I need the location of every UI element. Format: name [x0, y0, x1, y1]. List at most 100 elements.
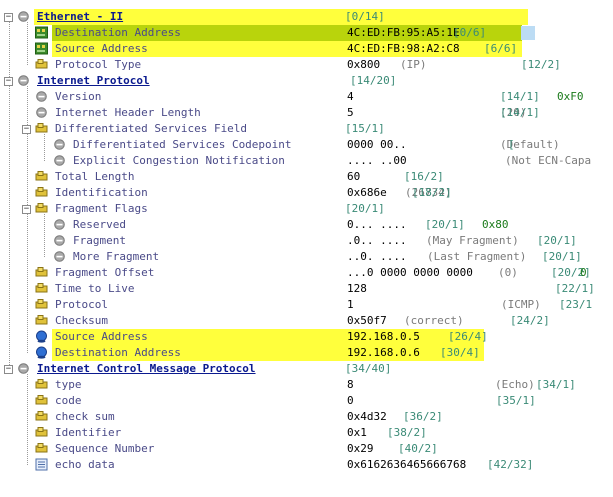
byte-position: [20/1]	[345, 202, 385, 215]
field-row[interactable]: Internet Header Length 5 (20) [14/1]	[0, 105, 613, 121]
field-value: ...0 0000 0000 0000	[347, 266, 473, 279]
field-row[interactable]: Source Address 192.168.0.5 [26/4]	[0, 329, 613, 345]
field-icon	[35, 266, 48, 279]
field-name: Internet Header Length	[55, 106, 201, 119]
field-value: 8	[347, 378, 354, 391]
collapse-toggle[interactable]: −	[4, 365, 13, 374]
field-icon	[35, 410, 48, 423]
field-row[interactable]: − Differentiated Services Field [15/1]	[0, 121, 613, 137]
gray-dot-icon	[53, 154, 66, 167]
bit-mask: 0x80	[482, 218, 509, 231]
field-name: Differentiated Services Field	[55, 122, 248, 135]
field-row[interactable]: echo data 0x6162636465666768 [42/32]	[0, 457, 613, 473]
field-row[interactable]: Checksum 0x50f7 (correct) [24/2]	[0, 313, 613, 329]
gray-dot-icon	[35, 106, 48, 119]
protocol-row[interactable]: − Ethernet - II [0/14]	[0, 9, 613, 25]
field-icon	[35, 378, 48, 391]
field-value: 0x800	[347, 58, 381, 71]
gray-dot-icon	[53, 250, 66, 263]
field-name: Fragment Offset	[55, 266, 155, 279]
field-note: (correct)	[404, 314, 464, 327]
collapse-toggle[interactable]: −	[4, 77, 13, 86]
byte-position: [20/1]	[425, 218, 465, 231]
byte-position: [14/1]	[500, 106, 540, 119]
protocol-name[interactable]: Internet Control Message Protocol	[37, 361, 256, 377]
byte-position: [12/2]	[521, 58, 561, 71]
ip-address-icon	[35, 346, 48, 359]
packet-decode-tree[interactable]: − Ethernet - II [0/14] Destination Address 4…	[0, 0, 613, 497]
field-name: Source Address	[55, 330, 148, 343]
field-row[interactable]: Explicit Congestion Notification .... ..0…	[0, 153, 613, 169]
bit-mask: 0	[580, 266, 587, 279]
field-row[interactable]: code 0 [35/1]	[0, 393, 613, 409]
field-value: 0x29	[347, 442, 374, 455]
field-name: Protocol Type	[55, 58, 142, 71]
field-name: More Fragment	[73, 250, 160, 263]
field-row[interactable]: Total Length 60 [16/2]	[0, 169, 613, 185]
field-row[interactable]: Identifier 0x1 [38/2]	[0, 425, 613, 441]
field-row[interactable]: Version 4 [14/1] 0xF0	[0, 89, 613, 105]
field-value: ..0. ....	[347, 250, 407, 263]
gray-dot-icon	[53, 234, 66, 247]
field-note: (IP)	[400, 58, 427, 71]
field-row[interactable]: Source Address 4C:ED:FB:98:A2:C8 [6/6]	[0, 41, 613, 57]
mac-address-icon	[35, 26, 48, 39]
field-row[interactable]: Protocol 1 (ICMP) [23/1	[0, 297, 613, 313]
field-name: type	[55, 378, 82, 391]
collapse-toggle[interactable]: −	[22, 205, 31, 214]
field-note: (Last Fragment)	[427, 250, 527, 263]
field-row[interactable]: Time to Live 128 [22/1]	[0, 281, 613, 297]
field-row[interactable]: Destination Address 192.168.0.6 [30/4]	[0, 345, 613, 361]
field-name: Source Address	[55, 42, 148, 55]
protocol-node-icon	[17, 74, 30, 87]
field-icon	[35, 442, 48, 455]
collapse-toggle[interactable]: −	[4, 13, 13, 22]
scroll-indicator[interactable]	[521, 26, 535, 40]
field-row[interactable]: Fragment Offset ...0 0000 0000 0000 (0) [20…	[0, 265, 613, 281]
group-node-icon	[35, 202, 48, 215]
byte-position: [15/1]	[345, 122, 385, 135]
field-row[interactable]: Reserved 0... .... [20/1] 0x80	[0, 217, 613, 233]
protocol-name[interactable]: Ethernet - II	[37, 9, 123, 25]
byte-position: [14/1]	[500, 90, 540, 103]
field-value: 0x4d32	[347, 410, 387, 423]
byte-position: [40/2]	[398, 442, 438, 455]
byte-position: [20/1]	[542, 250, 582, 263]
protocol-row[interactable]: − Internet Protocol [14/20]	[0, 73, 613, 89]
byte-position: [42/32]	[487, 458, 534, 471]
field-row[interactable]: Identification 0x686e (26734) [18/2]	[0, 185, 613, 201]
gray-dot-icon	[53, 218, 66, 231]
field-row[interactable]: − Fragment Flags [20/1]	[0, 201, 613, 217]
field-icon	[35, 282, 48, 295]
field-value: 4C:ED:FB:95:A5:1E	[347, 26, 460, 39]
protocol-row[interactable]: − Internet Control Message Protocol [34/40…	[0, 361, 613, 377]
field-note: (ICMP)	[501, 298, 541, 311]
field-row[interactable]: type 8 (Echo) [34/1]	[0, 377, 613, 393]
field-name: check sum	[55, 410, 115, 423]
ip-address-icon	[35, 330, 48, 343]
field-name: Time to Live	[55, 282, 135, 295]
field-value: 60	[347, 170, 361, 183]
field-name: Identification	[55, 186, 148, 199]
field-name: Reserved	[73, 218, 126, 231]
field-name: Identifier	[55, 426, 122, 439]
field-row[interactable]: check sum 0x4d32 [36/2]	[0, 409, 613, 425]
field-row[interactable]: Sequence Number 0x29 [40/2]	[0, 441, 613, 457]
field-note: (Echo)	[495, 378, 535, 391]
protocol-node-icon	[17, 362, 30, 375]
byte-position: [38/2]	[387, 426, 427, 439]
field-name: Fragment Flags	[55, 202, 148, 215]
field-value: 0x1	[347, 426, 367, 439]
group-node-icon	[35, 122, 48, 135]
collapse-toggle[interactable]: −	[22, 125, 31, 134]
field-name: Explicit Congestion Notification	[73, 154, 285, 167]
field-row[interactable]: Protocol Type 0x800 (IP) [12/2]	[0, 57, 613, 73]
field-row[interactable]: Fragment .0.. .... (May Fragment) [20/1]	[0, 233, 613, 249]
protocol-name[interactable]: Internet Protocol	[37, 73, 150, 89]
byte-position: [34/1]	[536, 378, 576, 391]
byte-position: [18/2]	[412, 186, 452, 199]
field-row[interactable]: More Fragment ..0. .... (Last Fragment) [20…	[0, 249, 613, 265]
field-note: (Not ECN-Capa	[505, 154, 592, 167]
field-icon	[35, 186, 48, 199]
field-row[interactable]: Differentiated Services Codepoint 0000 00…	[0, 137, 613, 153]
